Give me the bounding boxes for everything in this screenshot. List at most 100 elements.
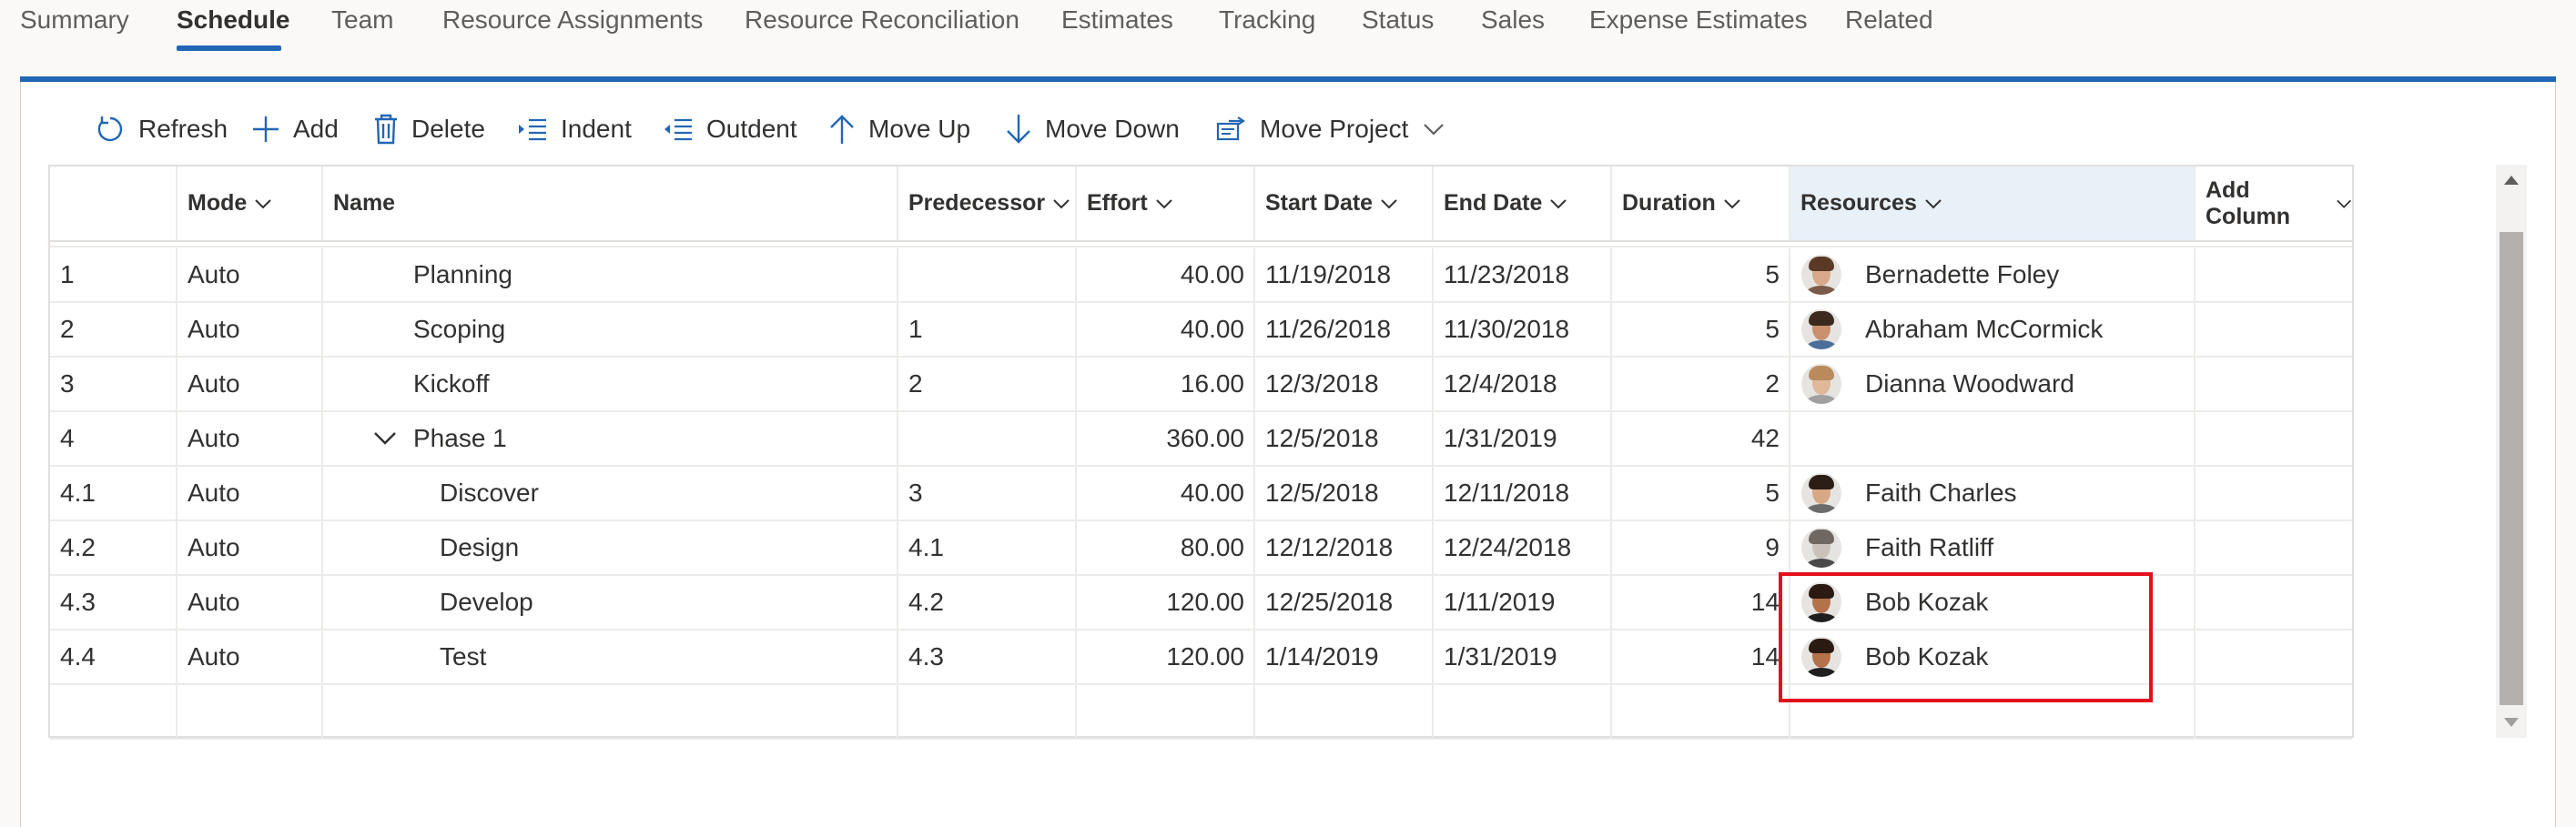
cell-add-column[interactable] xyxy=(2196,467,2352,519)
cell-name[interactable]: Test xyxy=(323,630,898,683)
header-add-column[interactable]: Add Column xyxy=(2196,166,2352,240)
cell-end-date[interactable]: 12/11/2018 xyxy=(1434,467,1612,519)
cell-duration[interactable]: 14 xyxy=(1612,630,1790,683)
tab-schedule[interactable]: Schedule xyxy=(177,5,289,35)
cell-end-date[interactable]: 1/31/2019 xyxy=(1434,412,1612,465)
cell-start-date[interactable]: 12/5/2018 xyxy=(1255,467,1434,519)
cell-start-date[interactable]: 1/14/2019 xyxy=(1255,630,1434,683)
cell-add-column[interactable] xyxy=(2196,685,2352,738)
cell-effort[interactable]: 120.00 xyxy=(1077,630,1255,683)
indent-button[interactable]: Indent xyxy=(517,109,632,149)
cell-mode[interactable]: Auto xyxy=(177,521,323,574)
cell-start-date[interactable] xyxy=(1255,685,1434,738)
cell-effort[interactable]: 40.00 xyxy=(1077,303,1255,356)
tab-estimates[interactable]: Estimates xyxy=(1061,5,1173,35)
cell-duration[interactable] xyxy=(1612,685,1790,738)
table-row[interactable]: 2 Auto Scoping 1 40.00 11/26/2018 11/30/2018 5 A… xyxy=(50,303,2352,358)
cell-id[interactable]: 4.4 xyxy=(50,630,177,683)
cell-resources[interactable]: Dianna Woodward xyxy=(1790,358,2196,410)
refresh-button[interactable]: Refresh xyxy=(95,109,228,149)
tab-summary[interactable]: Summary xyxy=(20,5,129,35)
cell-mode[interactable]: Auto xyxy=(177,412,323,465)
cell-id[interactable]: 4.3 xyxy=(50,576,177,629)
delete-button[interactable]: Delete xyxy=(373,109,485,149)
header-duration[interactable]: Duration xyxy=(1612,166,1790,240)
tab-related[interactable]: Related xyxy=(1845,5,1933,35)
cell-start-date[interactable]: 11/19/2018 xyxy=(1255,248,1434,301)
cell-end-date[interactable] xyxy=(1434,685,1612,738)
cell-add-column[interactable] xyxy=(2196,630,2352,683)
cell-start-date[interactable]: 12/5/2018 xyxy=(1255,412,1434,465)
cell-name[interactable] xyxy=(323,685,898,738)
cell-name[interactable]: Scoping xyxy=(323,303,898,356)
tab-status[interactable]: Status xyxy=(1362,5,1434,35)
cell-duration[interactable]: 5 xyxy=(1612,467,1790,519)
tab-resource-assignments[interactable]: Resource Assignments xyxy=(442,5,703,35)
cell-predecessor[interactable]: 1 xyxy=(898,303,1077,356)
scrollbar-thumb[interactable] xyxy=(2500,232,2523,705)
cell-effort[interactable]: 40.00 xyxy=(1077,248,1255,301)
cell-end-date[interactable]: 12/24/2018 xyxy=(1434,521,1612,574)
cell-start-date[interactable]: 12/25/2018 xyxy=(1255,576,1434,629)
cell-effort[interactable]: 360.00 xyxy=(1077,412,1255,465)
cell-id[interactable]: 4 xyxy=(50,412,177,465)
cell-duration[interactable]: 42 xyxy=(1612,412,1790,465)
cell-predecessor[interactable] xyxy=(898,685,1077,738)
cell-end-date[interactable]: 1/11/2019 xyxy=(1434,576,1612,629)
cell-effort[interactable]: 40.00 xyxy=(1077,467,1255,519)
cell-end-date[interactable]: 11/23/2018 xyxy=(1434,248,1612,301)
cell-name[interactable]: Phase 1 xyxy=(323,412,898,465)
tab-expense-estimates[interactable]: Expense Estimates xyxy=(1589,5,1808,35)
header-resources[interactable]: Resources xyxy=(1790,166,2196,240)
cell-add-column[interactable] xyxy=(2196,358,2352,410)
cell-start-date[interactable]: 11/26/2018 xyxy=(1255,303,1434,356)
table-row[interactable]: 4.2 Auto Design 4.1 80.00 12/12/2018 12/24/201… xyxy=(50,521,2352,576)
cell-duration[interactable]: 9 xyxy=(1612,521,1790,574)
cell-predecessor[interactable]: 4.1 xyxy=(898,521,1077,574)
cell-end-date[interactable]: 1/31/2019 xyxy=(1434,630,1612,683)
add-button[interactable]: Add xyxy=(251,109,339,149)
vertical-scrollbar[interactable] xyxy=(2496,165,2527,738)
cell-mode[interactable]: Auto xyxy=(177,248,323,301)
header-end-date[interactable]: End Date xyxy=(1434,166,1612,240)
cell-add-column[interactable] xyxy=(2196,412,2352,465)
cell-predecessor[interactable]: 4.3 xyxy=(898,630,1077,683)
cell-resources[interactable]: Faith Charles xyxy=(1790,467,2196,519)
cell-add-column[interactable] xyxy=(2196,303,2352,356)
cell-effort[interactable]: 16.00 xyxy=(1077,358,1255,410)
cell-predecessor[interactable]: 4.2 xyxy=(898,576,1077,629)
cell-add-column[interactable] xyxy=(2196,248,2352,301)
cell-id[interactable]: 1 xyxy=(50,248,177,301)
header-start-date[interactable]: Start Date xyxy=(1255,166,1434,240)
header-predecessor[interactable]: Predecessor xyxy=(898,166,1077,240)
cell-end-date[interactable]: 11/30/2018 xyxy=(1434,303,1612,356)
cell-end-date[interactable]: 12/4/2018 xyxy=(1434,358,1612,410)
move-down-button[interactable]: Move Down xyxy=(1005,109,1180,149)
cell-mode[interactable]: Auto xyxy=(177,467,323,519)
cell-predecessor[interactable]: 3 xyxy=(898,467,1077,519)
cell-name[interactable]: Discover xyxy=(323,467,898,519)
cell-effort[interactable]: 80.00 xyxy=(1077,521,1255,574)
cell-mode[interactable]: Auto xyxy=(177,358,323,410)
scroll-down-arrow-icon[interactable] xyxy=(2504,718,2519,727)
cell-duration[interactable]: 14 xyxy=(1612,576,1790,629)
cell-predecessor[interactable]: 2 xyxy=(898,358,1077,410)
outdent-button[interactable]: Outdent xyxy=(663,109,797,149)
table-row[interactable]: 1 Auto Planning 40.00 11/19/2018 11/23/2018 5 B… xyxy=(50,248,2352,303)
cell-add-column[interactable] xyxy=(2196,521,2352,574)
cell-id[interactable]: 4.1 xyxy=(50,467,177,519)
table-row[interactable]: 4.1 Auto Discover 3 40.00 12/5/2018 12/11/2018… xyxy=(50,467,2352,521)
cell-resources[interactable] xyxy=(1790,412,2196,465)
scroll-up-arrow-icon[interactable] xyxy=(2504,176,2519,185)
cell-effort[interactable] xyxy=(1077,685,1255,738)
cell-start-date[interactable]: 12/12/2018 xyxy=(1255,521,1434,574)
cell-id[interactable]: 2 xyxy=(50,303,177,356)
tab-sales[interactable]: Sales xyxy=(1481,5,1545,35)
table-row[interactable]: 4 Auto Phase 1 360.00 12/5/2018 1/31/2019 42 xyxy=(50,412,2352,467)
tab-tracking[interactable]: Tracking xyxy=(1219,5,1315,35)
cell-name[interactable]: Develop xyxy=(323,576,898,629)
header-name[interactable]: Name xyxy=(323,166,898,240)
cell-id[interactable] xyxy=(50,685,177,738)
cell-id[interactable]: 4.2 xyxy=(50,521,177,574)
cell-duration[interactable]: 2 xyxy=(1612,358,1790,410)
